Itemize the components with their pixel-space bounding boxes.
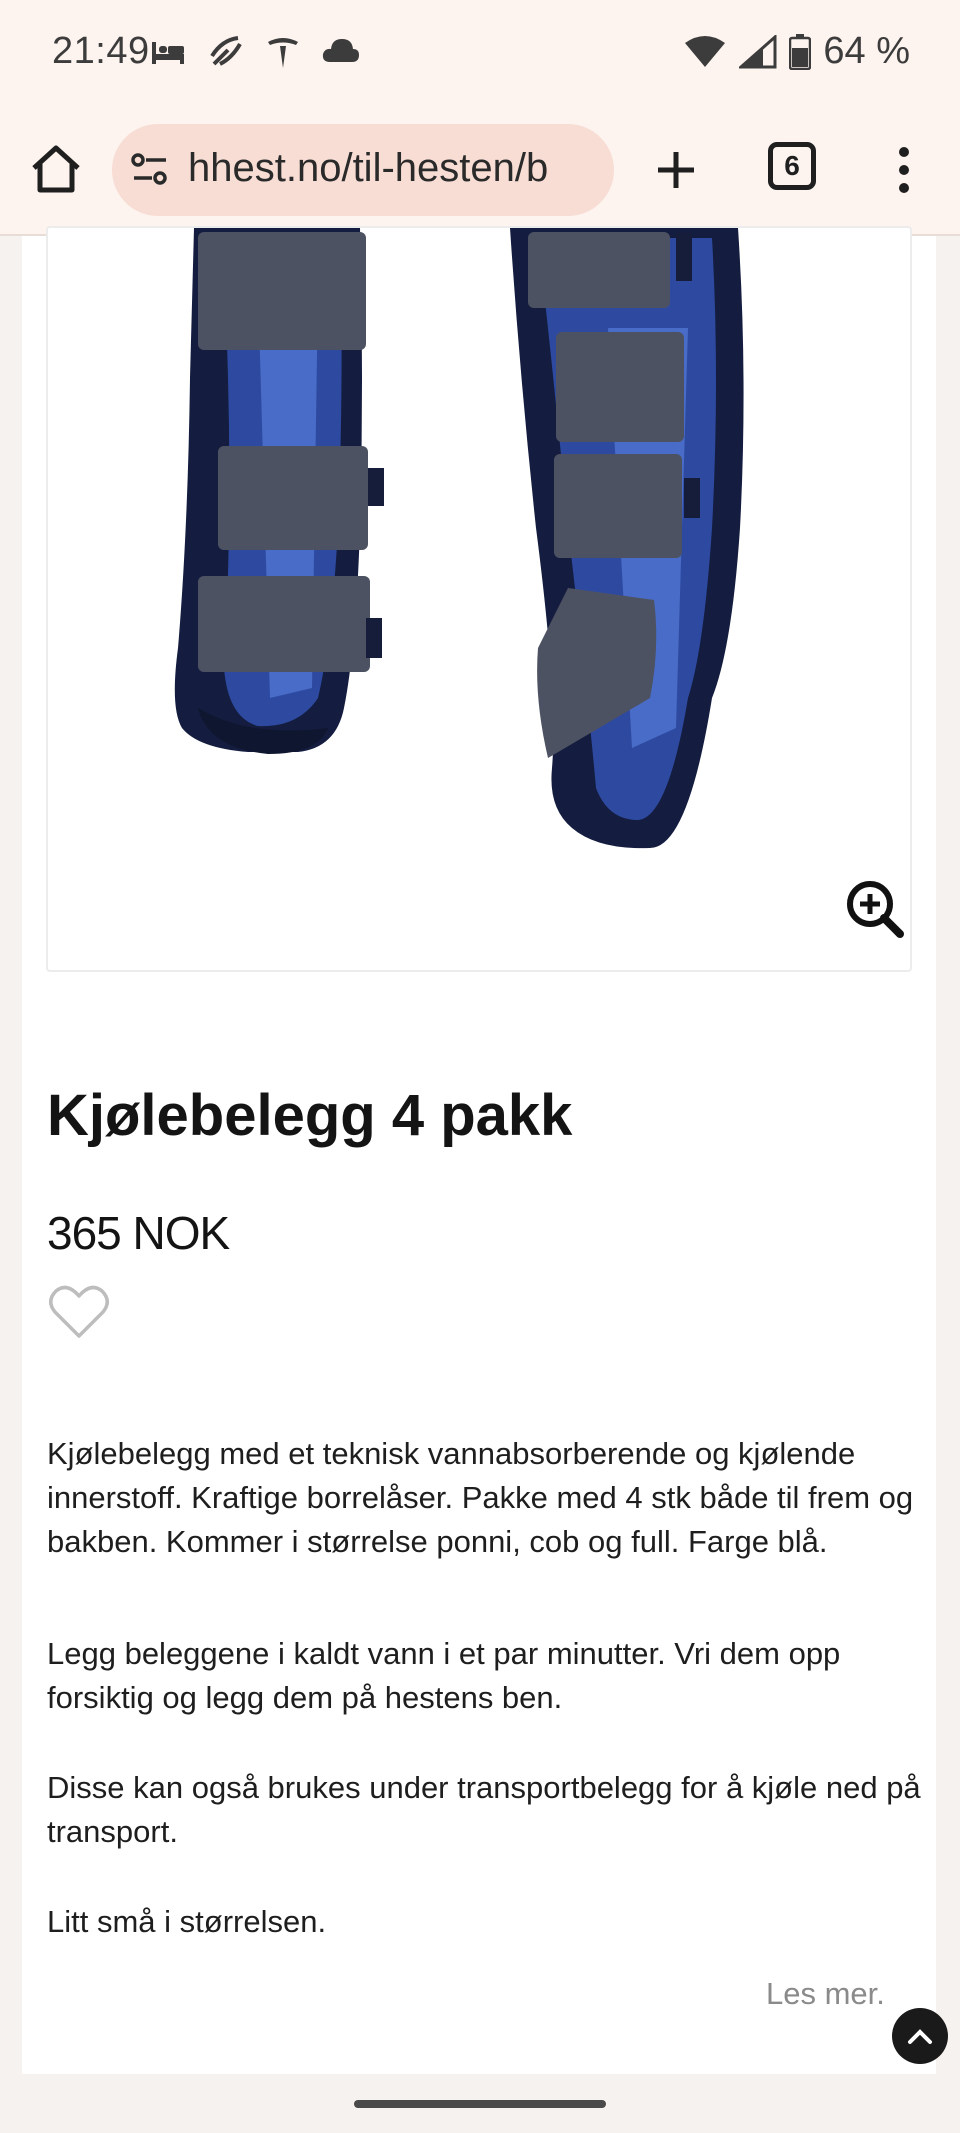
description-paragraph: Legg beleggene i kaldt vann i et par min… <box>47 1636 841 1715</box>
new-tab-icon[interactable] <box>650 144 702 196</box>
system-icons: 64 % <box>683 30 910 73</box>
satellite-icon <box>210 36 242 66</box>
tesla-icon <box>268 38 298 68</box>
notification-icons <box>150 36 360 70</box>
heart-icon[interactable] <box>48 1284 110 1340</box>
wifi-icon <box>685 35 726 67</box>
product-price: 365 NOK <box>47 1207 230 1259</box>
battery-icon <box>789 33 812 70</box>
address-bar[interactable]: hhest.no/til-hesten/b <box>112 124 614 216</box>
tab-switcher-button[interactable]: 6 <box>768 142 816 190</box>
product-image-card[interactable] <box>46 226 912 972</box>
description-paragraph: Kjølebelegg med et teknisk vannabsorbere… <box>47 1436 914 1559</box>
description-paragraph: Litt små i størrelsen. <box>47 1904 327 1939</box>
scroll-to-top-button[interactable] <box>892 2008 948 2064</box>
battery-percent: 64 % <box>823 30 910 72</box>
product-title: Kjølebelegg 4 pakk <box>47 1083 573 1148</box>
home-icon[interactable] <box>30 144 82 196</box>
product-image[interactable] <box>48 228 912 972</box>
status-bar: 21:49 64 % <box>0 0 960 110</box>
signal-icon <box>739 34 777 68</box>
read-more-link[interactable]: Les mer. <box>766 1976 885 2012</box>
gesture-handle[interactable] <box>354 2100 606 2108</box>
bed-icon <box>152 42 184 64</box>
site-settings-icon[interactable] <box>130 152 170 188</box>
tab-count: 6 <box>784 150 800 181</box>
url-text[interactable]: hhest.no/til-hesten/b <box>188 146 548 191</box>
more-options-icon[interactable] <box>890 144 918 196</box>
browser-toolbar: hhest.no/til-hesten/b 6 <box>0 110 960 236</box>
zoom-in-icon[interactable] <box>846 880 904 938</box>
status-time: 21:49 <box>52 30 150 72</box>
chevron-up-icon <box>908 2029 932 2044</box>
cloud-icon <box>322 39 359 62</box>
description-paragraph: Disse kan også brukes under transportbel… <box>47 1770 921 1849</box>
product-page: Kjølebelegg 4 pakk 365 NOK Kjølebelegg m… <box>22 226 948 2074</box>
